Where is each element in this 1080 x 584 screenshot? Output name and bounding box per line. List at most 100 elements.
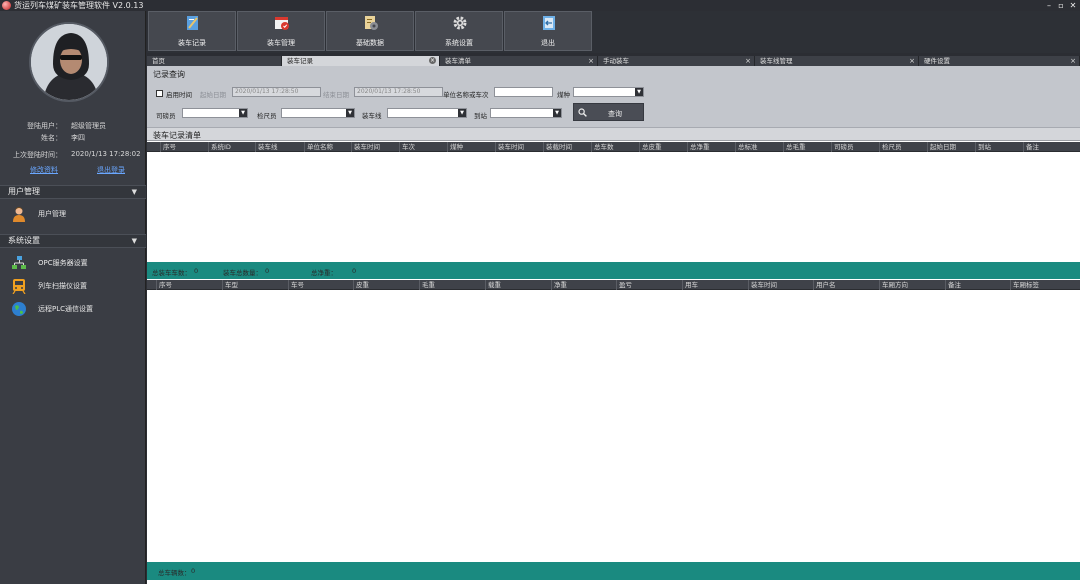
- loading-line-select[interactable]: ▼: [387, 108, 467, 118]
- column-header[interactable]: 车号: [288, 280, 353, 290]
- tab-manual-loading[interactable]: 手动装车 ×: [598, 56, 755, 66]
- column-header[interactable]: 总毛重: [783, 142, 831, 152]
- records-grid-header: 序号 系统ID 装车线 单位名称 装车时间 车次 煤种 装车时间 装载时间 总车…: [147, 142, 1080, 152]
- main-toolbar: 装车记录 装车管理 基础数据 系统设置 退出: [147, 11, 1080, 53]
- enable-time-checkbox[interactable]: [156, 90, 163, 97]
- records-header: 装车记录清单: [147, 128, 1080, 141]
- tab-loading-list[interactable]: 装车清单 ×: [440, 56, 598, 66]
- loading-line-label: 装车线: [362, 112, 382, 120]
- column-header[interactable]: 装车时间: [351, 142, 399, 152]
- column-header[interactable]: 盈亏: [616, 280, 682, 290]
- column-header[interactable]: 车次: [399, 142, 447, 152]
- tab-loading-records[interactable]: 装车记录 ×: [282, 56, 440, 66]
- column-header[interactable]: 用户名: [813, 280, 879, 290]
- toolbar-record-button[interactable]: 装车记录: [148, 11, 236, 51]
- column-header[interactable]: 车厢方向: [879, 280, 945, 290]
- close-tab-icon[interactable]: ×: [588, 56, 594, 66]
- column-header[interactable]: 备注: [945, 280, 1010, 290]
- last-login-label: 上次登陆时间：: [13, 151, 62, 159]
- sidebar-item-user-management[interactable]: 用户管理: [0, 204, 146, 224]
- section-system-settings[interactable]: 系统设置 ▼: [0, 234, 146, 248]
- column-header[interactable]: 总净重: [687, 142, 735, 152]
- unit-input[interactable]: [494, 87, 553, 97]
- column-header[interactable]: 司磅员: [831, 142, 879, 152]
- chevron-down-icon: ▼: [131, 237, 137, 245]
- chevron-down-icon: ▼: [131, 188, 137, 196]
- toolbar-system-settings-button[interactable]: 系统设置: [415, 11, 503, 51]
- end-date-field[interactable]: 2020/01/13 17:28:50: [354, 87, 443, 97]
- globe-icon: [11, 301, 27, 317]
- sidebar-item-label: 远程PLC通信设置: [38, 305, 94, 313]
- weigher-label: 司磅员: [156, 112, 176, 120]
- query-section-title: 记录查询: [153, 70, 185, 79]
- chevron-down-icon: ▼: [346, 109, 354, 117]
- column-header[interactable]: 装车时间: [748, 280, 813, 290]
- toolbar-loading-management-button[interactable]: 装车管理: [237, 11, 325, 51]
- station-select[interactable]: ▼: [490, 108, 562, 118]
- column-header[interactable]: 净重: [551, 280, 616, 290]
- sidebar: 登陆用户： 超级管理员 姓名： 李四 上次登陆时间： 2020/1/13 17:…: [0, 11, 146, 584]
- restore-button[interactable]: ▫: [1056, 0, 1066, 11]
- column-header[interactable]: 装载时间: [543, 142, 591, 152]
- query-panel: 记录查询 启用时间 起始日期 2020/01/13 17:28:50 结束日期 …: [147, 66, 1080, 128]
- column-header[interactable]: 毛重: [419, 280, 485, 290]
- details-summary-bar: 总车辆数： 0: [147, 562, 1080, 580]
- gear-icon: [452, 15, 468, 31]
- toolbar-button-label: 基础数据: [356, 39, 384, 47]
- close-tab-icon[interactable]: ×: [1070, 56, 1076, 66]
- column-header[interactable]: 备注: [1023, 142, 1080, 152]
- tab-line-management[interactable]: 装车线管理 ×: [755, 56, 919, 66]
- column-header[interactable]: 装车时间: [495, 142, 543, 152]
- section-user-management[interactable]: 用户管理 ▼: [0, 185, 146, 199]
- sidebar-item-train-scanner[interactable]: 列车扫描仪设置: [0, 276, 146, 296]
- edit-profile-link[interactable]: 修改资料: [30, 165, 58, 175]
- column-header[interactable]: 序号: [156, 280, 222, 290]
- end-date-label: 结束日期: [323, 91, 349, 99]
- tab-home[interactable]: 首页: [147, 56, 282, 66]
- login-user-label: 登陆用户：: [27, 122, 62, 130]
- column-header[interactable]: 用车: [682, 280, 748, 290]
- start-date-field[interactable]: 2020/01/13 17:28:50: [232, 87, 321, 97]
- weigher-select[interactable]: ▼: [182, 108, 248, 118]
- sidebar-item-opc-server[interactable]: OPC服务器设置: [0, 253, 146, 273]
- tab-label: 装车记录: [287, 57, 313, 65]
- data-icon: [363, 15, 379, 31]
- user-name-label: 姓名：: [41, 134, 62, 142]
- close-window-button[interactable]: ✕: [1068, 0, 1078, 11]
- coal-type-select[interactable]: ▼: [573, 87, 644, 97]
- minimize-button[interactable]: –: [1044, 0, 1054, 11]
- records-summary-bar: 总装车车数： 0 装车总数量： 0 总净重： 0: [147, 262, 1080, 279]
- tab-hardware-settings[interactable]: 硬件设置 ×: [919, 56, 1080, 66]
- column-header[interactable]: 单位名称: [304, 142, 351, 152]
- column-header[interactable]: 皮重: [353, 280, 419, 290]
- sidebar-item-label: 列车扫描仪设置: [38, 282, 87, 290]
- column-header[interactable]: 起始日期: [927, 142, 975, 152]
- column-header[interactable]: 装车线: [255, 142, 304, 152]
- column-header[interactable]: 车型: [222, 280, 288, 290]
- column-header[interactable]: 煤种: [447, 142, 495, 152]
- column-header[interactable]: 检尺员: [879, 142, 927, 152]
- close-tab-icon[interactable]: ×: [745, 56, 751, 66]
- column-header[interactable]: 到站: [975, 142, 1023, 152]
- close-tab-icon[interactable]: ×: [429, 57, 436, 64]
- inspector-select[interactable]: ▼: [281, 108, 355, 118]
- search-button[interactable]: 查询: [573, 103, 644, 121]
- section-title: 用户管理: [8, 187, 40, 196]
- column-header[interactable]: 系统ID: [208, 142, 255, 152]
- avatar: [29, 22, 109, 102]
- toolbar-basic-data-button[interactable]: 基础数据: [326, 11, 414, 51]
- sidebar-item-remote-plc[interactable]: 远程PLC通信设置: [0, 299, 146, 319]
- column-header[interactable]: 载重: [485, 280, 551, 290]
- close-tab-icon[interactable]: ×: [909, 56, 915, 66]
- tab-label: 硬件设置: [924, 57, 950, 65]
- column-header[interactable]: 总标准: [735, 142, 783, 152]
- logout-link[interactable]: 退出登录: [97, 165, 125, 175]
- chevron-down-icon: ▼: [553, 109, 561, 117]
- column-header[interactable]: 车厢标签: [1010, 280, 1080, 290]
- toolbar-exit-button[interactable]: 退出: [504, 11, 592, 51]
- column-header[interactable]: 总车数: [591, 142, 639, 152]
- column-header[interactable]: 总皮重: [639, 142, 687, 152]
- window-title: 货运列车煤矿装车管理软件 V2.0.13: [14, 1, 144, 10]
- chevron-down-icon: ▼: [635, 88, 643, 96]
- column-header[interactable]: 序号: [160, 142, 208, 152]
